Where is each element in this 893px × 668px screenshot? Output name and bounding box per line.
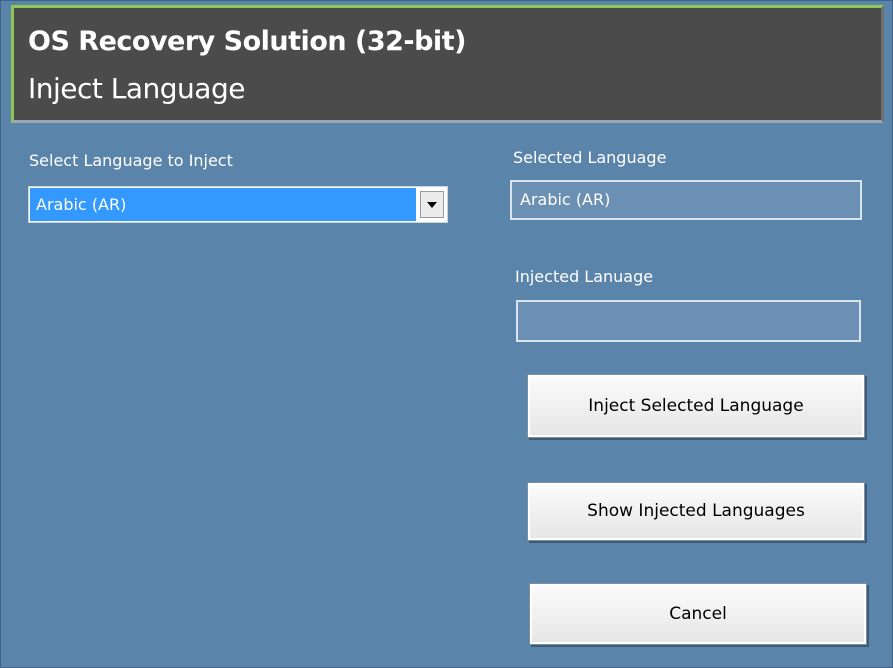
- dropdown-arrow-button[interactable]: [420, 191, 444, 218]
- language-dropdown[interactable]: Arabic (AR): [28, 186, 448, 223]
- cancel-button[interactable]: Cancel: [530, 584, 866, 644]
- app-title: OS Recovery Solution (32-bit): [28, 26, 466, 57]
- inject-language-window: OS Recovery Solution (32-bit) Inject Lan…: [0, 0, 893, 668]
- show-injected-languages-button[interactable]: Show Injected Languages: [528, 483, 864, 540]
- injected-language-field[interactable]: [516, 300, 861, 342]
- header-banner: OS Recovery Solution (32-bit) Inject Lan…: [11, 5, 884, 123]
- chevron-down-icon: [427, 202, 437, 208]
- select-language-label: Select Language to Inject: [29, 151, 233, 170]
- selected-language-field[interactable]: Arabic (AR): [510, 180, 862, 220]
- selected-language-label: Selected Language: [513, 148, 667, 167]
- injected-language-label: Injected Lanuage: [515, 267, 654, 286]
- page-title: Inject Language: [28, 72, 245, 105]
- inject-selected-language-button[interactable]: Inject Selected Language: [528, 375, 864, 437]
- language-dropdown-value[interactable]: Arabic (AR): [30, 188, 416, 221]
